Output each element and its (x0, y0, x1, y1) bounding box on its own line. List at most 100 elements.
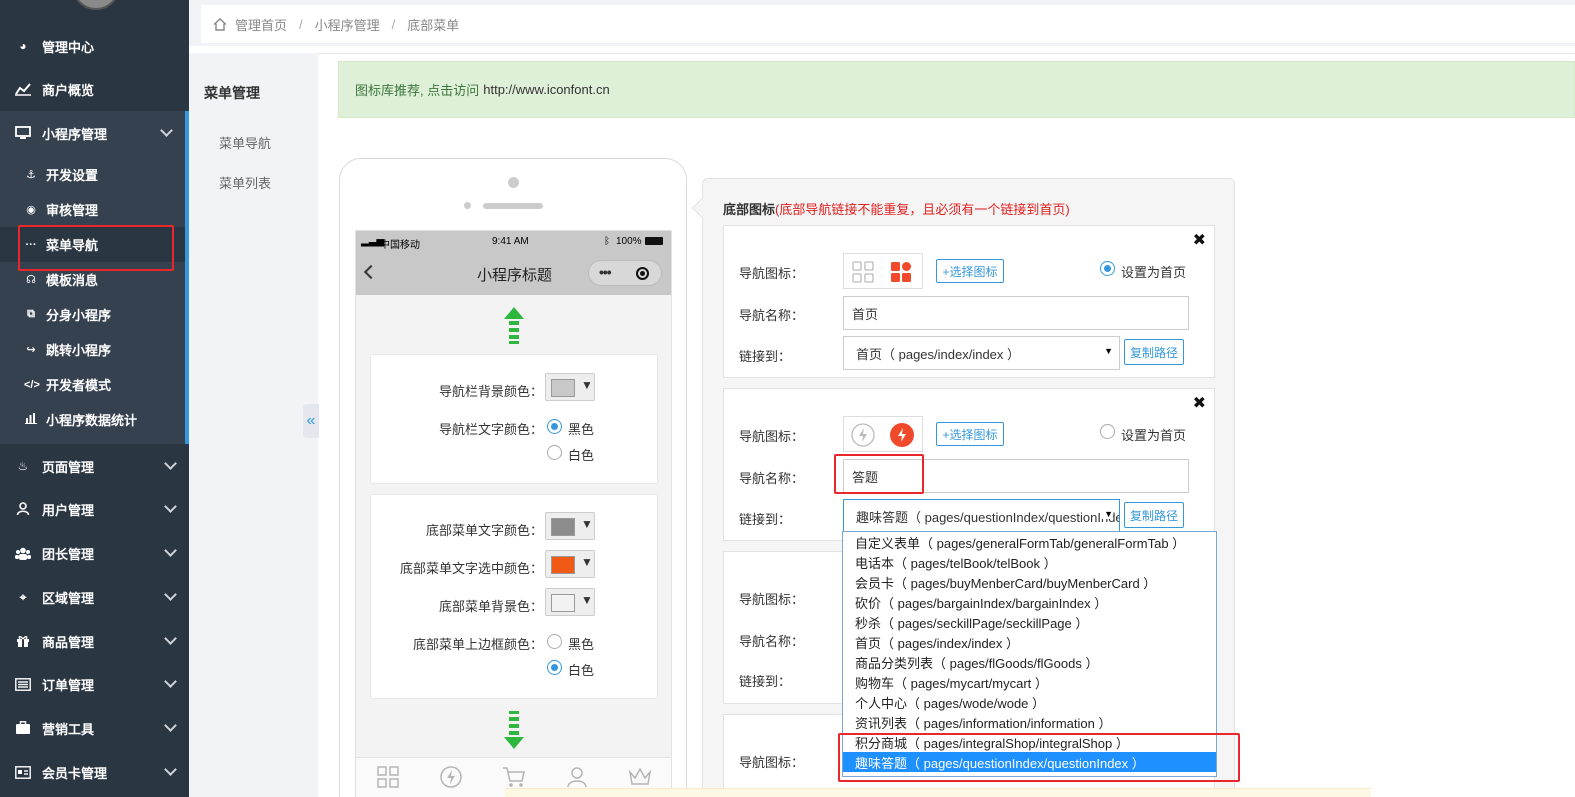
grid-icon[interactable] (376, 766, 400, 788)
set-home-radio[interactable] (1100, 424, 1115, 439)
menu-text-label: 底部菜单文字颜色： (425, 523, 543, 538)
breadcrumb: 管理首页 / 小程序管理 / 底部菜单 (201, 5, 1575, 43)
code-icon: </> (24, 378, 40, 391)
nav-icon-label: 导航图标： (739, 755, 805, 770)
sidebar-item-review[interactable]: ◉ 审核管理 (0, 192, 185, 227)
sidebar-item-regions[interactable]: ⌖ 区域管理 (0, 575, 189, 619)
eye-icon: ◉ (26, 204, 36, 216)
color-swatch (551, 379, 575, 397)
user-icon (14, 500, 32, 518)
nav-text-black-radio[interactable] (547, 419, 562, 434)
sidebar-item-users[interactable]: 用户管理 (0, 487, 189, 531)
nav-name-label: 导航名称： (739, 471, 805, 486)
menu-border-white-radio[interactable] (547, 660, 562, 675)
capsule-menu[interactable]: ••• (588, 260, 662, 286)
nav-text-label: 导航栏文字颜色： (438, 422, 543, 437)
caret-down-icon: ▼ (581, 378, 593, 392)
sidebar-item-goods[interactable]: 商品管理 (0, 619, 189, 663)
menu-text-color-picker[interactable]: ▼ (545, 512, 595, 540)
secondary-menu-link-list[interactable]: 菜单列表 (219, 173, 271, 192)
sidebar-item-label: 订单管理 (42, 677, 95, 693)
choose-icon-button[interactable]: +选择图标 (936, 259, 1004, 283)
avatar[interactable] (72, 0, 120, 10)
chevron-down-icon (164, 500, 177, 513)
menu-bg-label: 底部菜单背景色： (438, 599, 543, 614)
secondary-menu-link-nav[interactable]: 菜单导航 (219, 133, 271, 152)
choose-icon-button[interactable]: +选择图标 (936, 422, 1004, 446)
sidebar-item-merchant-overview[interactable]: 商户概览 (0, 67, 189, 111)
dropdown-option[interactable]: 个人中心（ pages/wode/wode ） (843, 692, 1216, 712)
sidebar-item-label: 团长管理 (42, 546, 95, 562)
user-icon[interactable] (565, 766, 589, 788)
alert-link[interactable]: http://www.iconfont.cn (483, 82, 609, 97)
set-home-label: 设置为首页 (1121, 265, 1187, 280)
dropdown-option[interactable]: 电话本（ pages/telBook/telBook ） (843, 552, 1216, 572)
nav-icon-preview (843, 253, 923, 289)
crosshair-icon: ⌖ (19, 589, 27, 604)
sidebar-item-dev-settings[interactable]: ⚓ 开发设置 (0, 157, 185, 192)
breadcrumb-home[interactable]: 管理首页 (235, 15, 287, 34)
sidebar-item-marketing[interactable]: 营销工具 (0, 706, 189, 750)
sidebar-item-miniprogram[interactable]: 小程序管理 (0, 111, 189, 155)
secondary-menu-title: 菜单管理 (204, 85, 260, 101)
nav-link-select[interactable]: 趣味答题（ pages/questionIndex/questionIndex … (843, 499, 1120, 533)
sidebar-item-label: 商品管理 (42, 634, 95, 650)
sidebar-item-pages[interactable]: ♨ 页面管理 (0, 444, 189, 488)
sidebar-item-dashboard[interactable]: ◕ 管理中心 (0, 24, 189, 68)
nav-link-select[interactable]: 首页（ pages/index/index ） ▼ (843, 336, 1120, 370)
sidebar: ◕ 管理中心 商户概览 小程序管理 ⚓ 开发设置 ◉ 审核管理 ··· 菜单导航… (0, 0, 189, 797)
bar-chart-icon (24, 412, 38, 427)
sidebar-item-orders[interactable]: 订单管理 (0, 662, 189, 706)
sidebar-item-jump-app[interactable]: ↪ 跳转小程序 (0, 332, 185, 367)
nav-name-input[interactable]: 首页 (843, 296, 1189, 330)
status-time: 9:41 AM (492, 236, 529, 247)
arrow-up-icon (504, 307, 524, 345)
breadcrumb-miniprogram[interactable]: 小程序管理 (315, 15, 380, 34)
close-icon[interactable]: ✖ (1193, 230, 1206, 250)
panel-warning: (底部导航链接不能重复，且必须有一个链接到首页) (775, 202, 1070, 217)
set-home-radio[interactable] (1100, 261, 1115, 276)
dropdown-option[interactable]: 商品分类列表（ pages/flGoods/flGoods ） (843, 652, 1216, 672)
collapse-icon[interactable]: « (303, 404, 319, 438)
crown-icon[interactable] (628, 766, 652, 788)
more-icon: ••• (599, 264, 612, 280)
menu-text-selected-color-picker[interactable]: ▼ (545, 550, 595, 578)
dropdown-option[interactable]: 砍价（ pages/bargainIndex/bargainIndex ） (843, 592, 1216, 612)
dropdown-option[interactable]: 购物车（ pages/mycart/mycart ） (843, 672, 1216, 692)
sidebar-item-label: 会员卡管理 (42, 765, 108, 781)
lightning-icon[interactable] (439, 766, 463, 788)
sidebar-item-membercard[interactable]: 会员卡管理 (0, 750, 189, 794)
menu-border-black-radio[interactable] (547, 634, 562, 649)
briefcase-icon (14, 719, 32, 737)
id-card-icon (14, 763, 32, 781)
dropdown-option[interactable]: 资讯列表（ pages/information/information ） (843, 712, 1216, 732)
phone-navbar: 小程序标题 ••• (356, 253, 671, 295)
grid-icon (852, 261, 874, 283)
sidebar-item-stats[interactable]: 小程序数据统计 (0, 402, 185, 437)
alert-text: 图标库推荐, 点击访问 (355, 83, 480, 98)
copy-path-button[interactable]: 复制路径 (1124, 502, 1184, 528)
sidebar-item-dev-mode[interactable]: </> 开发者模式 (0, 367, 185, 402)
sidebar-item-label: 开发设置 (46, 168, 99, 183)
grid-active-icon (891, 262, 911, 282)
sidebar-item-leaders[interactable]: 团长管理 (0, 531, 189, 575)
dropdown-option[interactable]: 自定义表单（ pages/generalFormTab/generalFormT… (843, 532, 1216, 552)
menu-bg-color-picker[interactable]: ▼ (545, 588, 595, 616)
nav-item-card: ✖ 导航图标： +选择图标 设置为首页 导航名称： 首页 链接到： 首页（ pa… (723, 225, 1215, 378)
color-swatch (551, 556, 575, 574)
nav-text-white-radio[interactable] (547, 445, 562, 460)
notice-strip (505, 788, 1371, 797)
copy-path-button[interactable]: 复制路径 (1124, 339, 1184, 365)
dropdown-option[interactable]: 首页（ pages/index/index ） (843, 632, 1216, 652)
sidebar-item-clone-app[interactable]: ⧉ 分身小程序 (0, 297, 185, 332)
nav-bg-color-picker[interactable]: ▼ (545, 373, 595, 401)
dropdown-option[interactable]: 会员卡（ pages/buyMenberCard/buyMenberCard ） (843, 572, 1216, 592)
home-icon[interactable] (213, 17, 227, 31)
highlight-box (834, 454, 924, 494)
caret-down-icon: ▼ (581, 517, 593, 531)
cart-icon[interactable] (502, 766, 526, 788)
bluetooth-icon: ᛒ (604, 236, 610, 247)
sidebar-item-label: 跳转小程序 (46, 343, 112, 358)
dropdown-option[interactable]: 秒杀（ pages/seckillPage/seckillPage ） (843, 612, 1216, 632)
close-icon[interactable]: ✖ (1193, 393, 1206, 413)
